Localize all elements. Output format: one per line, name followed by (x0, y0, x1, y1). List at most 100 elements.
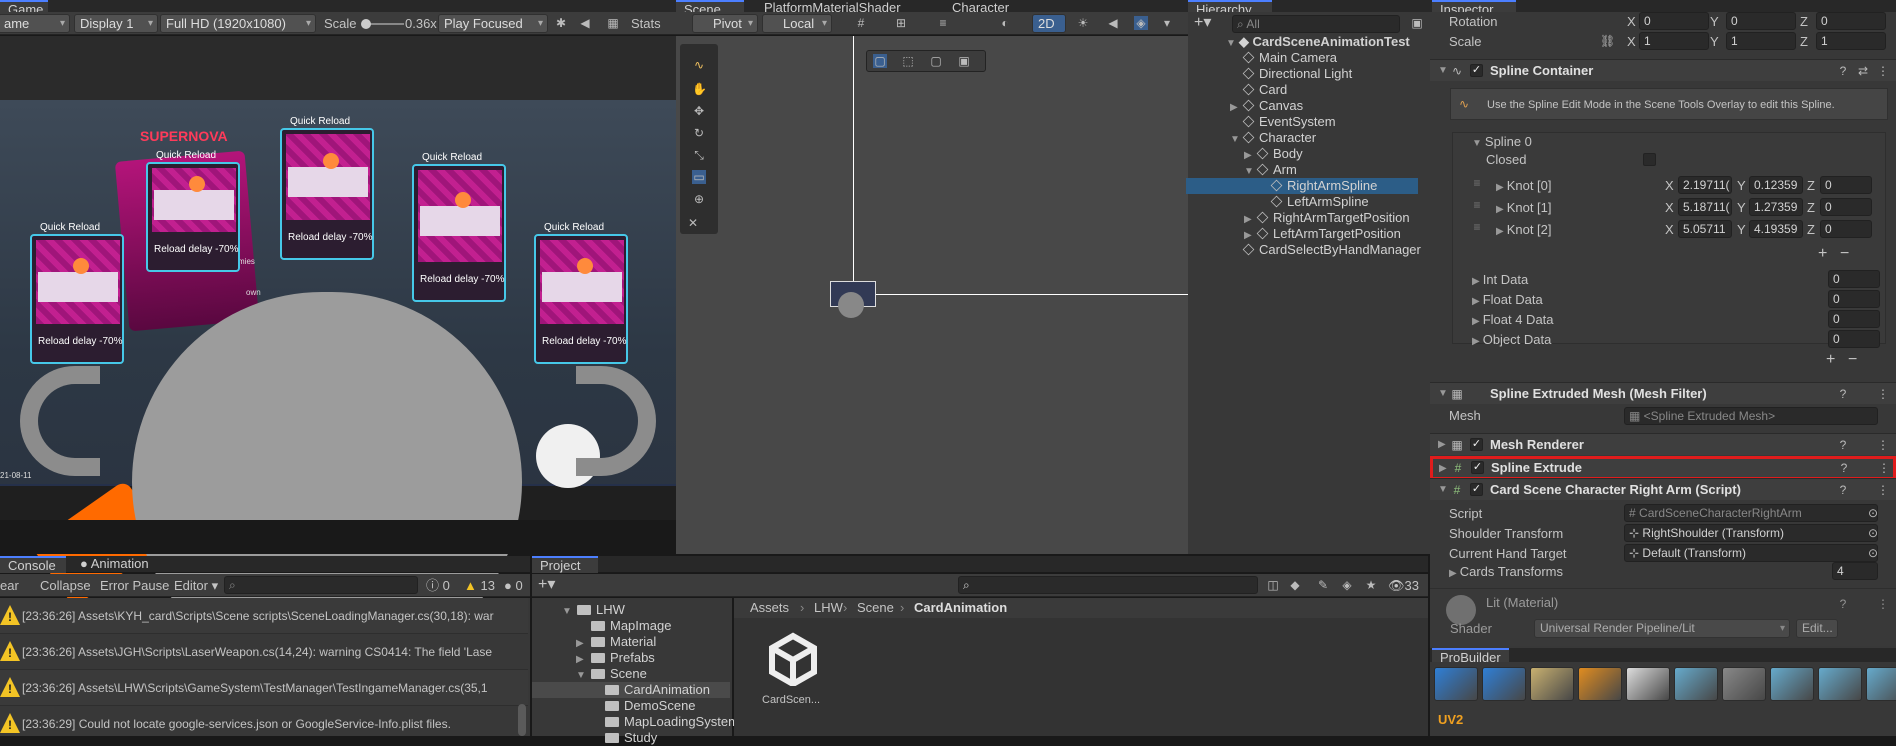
scale-z-field[interactable]: 1 (1816, 32, 1886, 50)
object-picker-icon[interactable]: ⊙ (1866, 506, 1880, 520)
hand-tool-icon[interactable]: ✋ (692, 82, 707, 96)
hierarchy-item[interactable]: LeftArmSpline (1258, 194, 1430, 210)
unity-scene-icon[interactable] (766, 632, 820, 688)
project-folder-item[interactable]: ▼ Scene (576, 666, 647, 682)
probuilder-tool-button[interactable] (1770, 667, 1814, 701)
console-log-row[interactable]: [23:36:26] Assets\LHW\Scripts\GameSystem… (0, 670, 528, 706)
probuilder-tool-button[interactable] (1866, 667, 1896, 701)
remove-spline-button[interactable]: − (1848, 352, 1857, 368)
knot-y-field[interactable]: 1.27359 (1749, 198, 1803, 216)
project-folder-item[interactable]: ▶ Prefabs (576, 650, 655, 666)
object-picker-icon[interactable]: ⊙ (1866, 546, 1880, 560)
object-picker-icon[interactable]: ⊙ (1866, 526, 1880, 540)
mesh-renderer-header[interactable]: ▶ ▦ ✓ Mesh Renderer ? ⋮ (1430, 433, 1896, 455)
scene-light-gizmo[interactable] (838, 292, 864, 318)
spline-tool-icon[interactable]: ∿ (692, 58, 706, 72)
probuilder-tool-button[interactable] (1578, 667, 1622, 701)
knot-drag-handle-icon[interactable]: ≡ (1470, 176, 1484, 190)
hierarchy-root[interactable]: ▼ ◆ CardSceneAnimationTest (1226, 34, 1410, 50)
presets-icon[interactable]: ⇄ (1856, 64, 1870, 78)
breadcrumb-item[interactable]: CardAnimation (914, 600, 1007, 616)
spline-container-checkbox[interactable]: ✓ (1470, 64, 1483, 77)
probuilder-tool-button[interactable] (1434, 667, 1478, 701)
project-folder-item[interactable]: ▼ LHW (562, 602, 625, 618)
knot-drag-handle-icon[interactable]: ≡ (1470, 220, 1484, 234)
shader-dropdown[interactable]: Universal Render Pipeline/Lit (1534, 619, 1790, 638)
spline-0-label[interactable]: ▼ Spline 0 (1472, 134, 1532, 152)
hierarchy-item[interactable]: Directional Light (1230, 66, 1430, 82)
audio-icon[interactable]: ◀ (578, 16, 592, 30)
breadcrumb-item[interactable]: Scene (857, 600, 894, 616)
hierarchy-item[interactable]: EventSystem (1230, 114, 1430, 130)
knot-x-field[interactable]: 5.05711 (1678, 220, 1732, 238)
hierarchy-item[interactable]: ▼ Arm (1244, 162, 1430, 178)
game-mode-dropdown[interactable]: ame (0, 14, 70, 33)
hierarchy-item[interactable]: ▶ Canvas (1230, 98, 1430, 114)
mesh-filter-help-icon[interactable]: ? (1836, 387, 1850, 401)
scene-viewport[interactable]: ▢ ⬚ ▢ ▣ ∿ ✋ ✥ ↻ ⤡ ▭ ⊕ ✕ (676, 36, 1188, 554)
folder-foldout-icon[interactable]: ▼ (562, 604, 574, 620)
script-component-checkbox[interactable]: ✓ (1470, 483, 1483, 496)
2d-toggle[interactable]: 2D (1032, 14, 1066, 33)
hierarchy-item[interactable]: ▶ Body (1244, 146, 1430, 162)
search-by-type-icon[interactable]: ◫ (1266, 578, 1280, 592)
tab-animation[interactable]: ● Animation (72, 556, 157, 573)
spline-data-label[interactable]: ▶ Float 4 Data (1472, 312, 1554, 327)
hierarchy-item[interactable]: Card (1230, 82, 1430, 98)
script-component-header[interactable]: ▼ # ✓ Card Scene Character Right Arm (Sc… (1430, 478, 1896, 500)
search-by-label-icon[interactable]: ◆ (1288, 578, 1302, 592)
play-focused-dropdown[interactable]: Play Focused (438, 14, 548, 33)
editor-dropdown[interactable]: Editor ▾ (174, 578, 218, 594)
material-help-icon[interactable]: ? (1836, 597, 1850, 611)
game-viewport[interactable]: SUPERNOVA mies own 21-08-11 Reload delay… (0, 36, 676, 672)
scale-x-field[interactable]: 1 (1639, 32, 1709, 50)
knot-foldout-icon[interactable]: ▶ (1496, 226, 1504, 237)
spline-data-count[interactable]: 0 (1828, 290, 1880, 308)
scale-tool-icon[interactable]: ⤡ (692, 148, 706, 162)
probuilder-tool-button[interactable] (1722, 667, 1766, 701)
spline-data-count[interactable]: 0 (1828, 310, 1880, 328)
cards-transforms-label[interactable]: ▶ Cards Transforms (1449, 564, 1563, 579)
rotation-x-field[interactable]: 0 (1639, 12, 1709, 30)
local-dropdown[interactable]: Local (762, 14, 832, 33)
hierarchy-item[interactable]: ▶ LeftArmTargetPosition (1244, 226, 1430, 242)
spline-data-foldout-icon[interactable]: ▶ (1472, 296, 1480, 307)
script-field-value[interactable]: # CardSceneCharacterRightArm (1624, 504, 1878, 522)
edit-shader-button[interactable]: Edit... (1796, 619, 1838, 638)
knot-y-field[interactable]: 0.12359 (1749, 176, 1803, 194)
project-folder-item[interactable]: Study (590, 730, 657, 746)
probuilder-tool-button[interactable] (1674, 667, 1718, 701)
bug-icon[interactable]: ✱ (554, 16, 568, 30)
spline-container-foldout[interactable]: ▼ (1438, 65, 1448, 76)
breadcrumb-item[interactable]: Assets (750, 600, 789, 616)
console-search[interactable]: ⌕ (224, 576, 418, 594)
effects-icon[interactable]: ◈ (1134, 16, 1148, 30)
project-folder-item[interactable]: MapImage (576, 618, 671, 634)
spline-extrude-foldout[interactable]: ▶ (1439, 463, 1447, 474)
error-count[interactable]: ● 0 (504, 578, 523, 594)
move-tool-icon[interactable]: ✥ (692, 104, 706, 118)
knot-y-field[interactable]: 4.19359 (1749, 220, 1803, 238)
spline-extrude-help-icon[interactable]: ? (1837, 461, 1851, 475)
script-help-icon[interactable]: ? (1836, 483, 1850, 497)
help-icon[interactable]: ? (1836, 64, 1850, 78)
probuilder-tool-button[interactable] (1626, 667, 1670, 701)
project-search[interactable]: ⌕ (958, 576, 1258, 594)
add-object-button[interactable]: +▾ (1194, 15, 1211, 31)
console-log-row[interactable]: [23:36:26] Assets\JGH\Scripts\LaserWeapo… (0, 634, 528, 670)
spline-extrude-menu-icon[interactable]: ⋮ (1877, 461, 1891, 475)
mesh-renderer-help-icon[interactable]: ? (1836, 438, 1850, 452)
hidden-count[interactable]: 👁33 (1388, 578, 1419, 594)
scale-y-field[interactable]: 1 (1726, 32, 1796, 50)
knot-z-field[interactable]: 0 (1820, 176, 1872, 194)
spline-tool-cube-icon[interactable]: ▢ (873, 54, 887, 68)
resolution-dropdown[interactable]: Full HD (1920x1080) (160, 14, 316, 33)
spline-data-foldout-icon[interactable]: ▶ (1472, 276, 1480, 287)
pivot-dropdown[interactable]: Pivot (692, 14, 758, 33)
info-count[interactable]: ⓘ 0 (426, 578, 450, 594)
spline-data-count[interactable]: 0 (1828, 270, 1880, 288)
shading-icon[interactable]: ◐ (998, 16, 1012, 30)
script-field-value[interactable]: ⊹ RightShoulder (Transform) (1624, 524, 1878, 542)
knot-foldout-icon[interactable]: ▶ (1496, 182, 1504, 193)
console-log-row[interactable]: [23:36:29] Could not locate google-servi… (0, 706, 528, 736)
